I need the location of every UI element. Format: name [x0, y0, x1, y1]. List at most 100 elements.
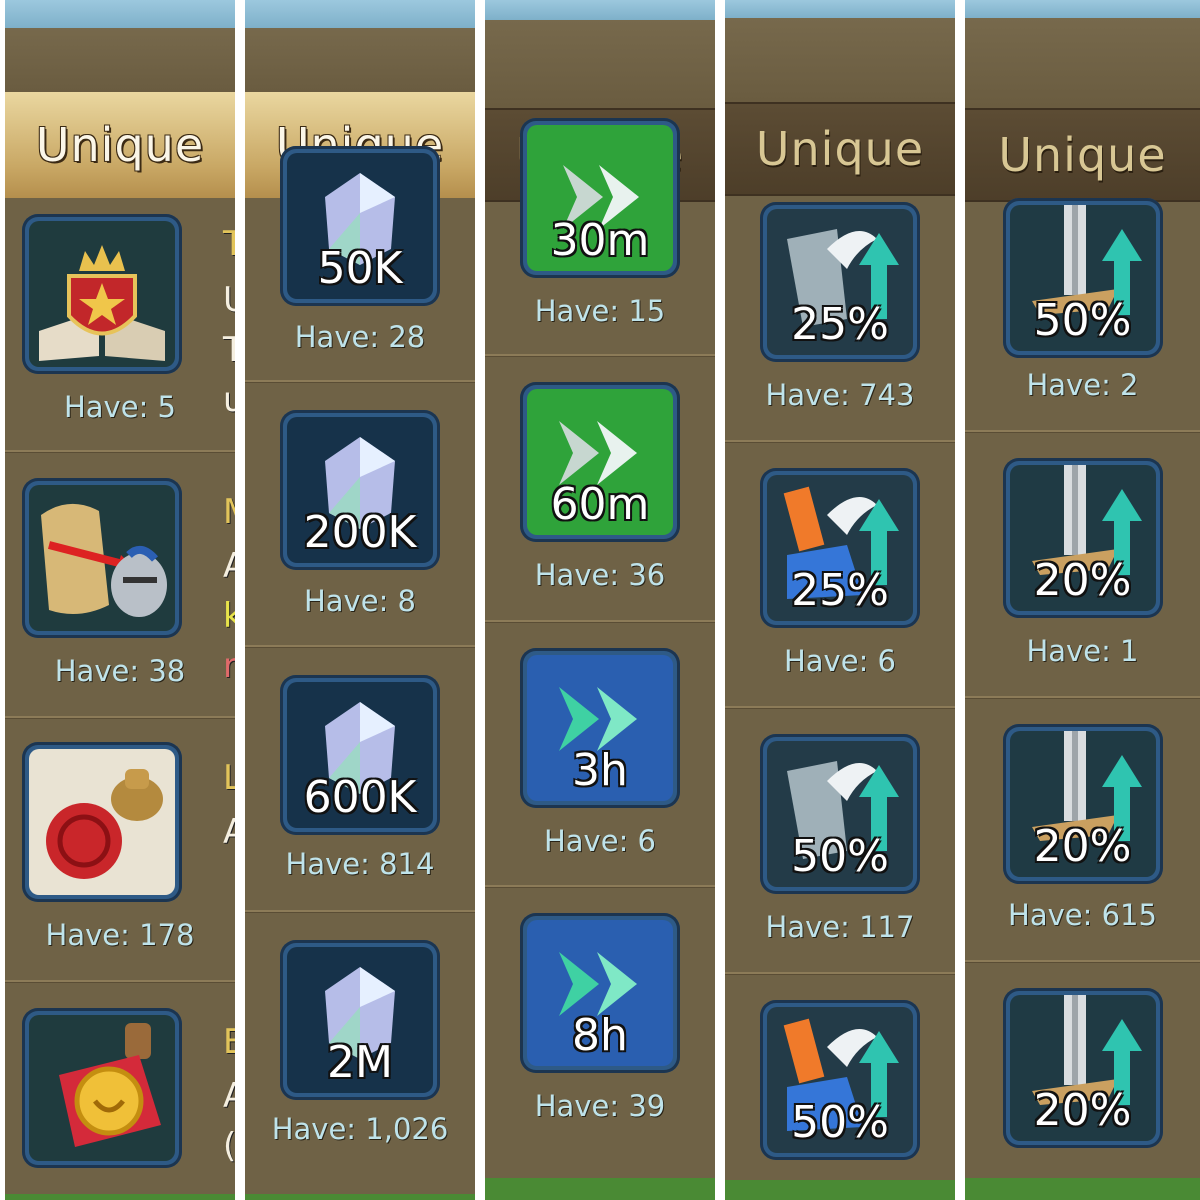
have-count: Have: 1,026 [271, 1112, 449, 1146]
list-item[interactable]: 600K Have: 814 [245, 647, 475, 910]
panel-4: Unique 25% Have: 743 25% Have: 6 50% Hav… [725, 0, 955, 1200]
item-desc-fragment: r [223, 646, 235, 686]
have-count: Have: 8 [303, 584, 417, 618]
ground-strip [5, 1194, 235, 1200]
crystal-icon[interactable]: 2M [280, 940, 440, 1100]
item-amount: 20% [1033, 555, 1132, 606]
item-title-fragment: E [223, 1022, 235, 1062]
item-amount: 50K [317, 243, 403, 294]
list-item[interactable]: 2M Have: 1,026 [245, 912, 475, 1200]
sky-strip [485, 0, 715, 20]
item-desc-fragment: A [223, 546, 235, 586]
winged-boot-boost-icon[interactable]: 25% [760, 202, 920, 362]
item-desc-fragment: U [223, 280, 235, 320]
panel-5: Unique 50% Have: 2 20% Have: 1 20% Have:… [965, 0, 1200, 1200]
list-item[interactable]: 20% Have: 615 [965, 698, 1200, 960]
speedup-arrows-icon[interactable]: 30m [520, 118, 680, 278]
item-amount: 8h [572, 1010, 628, 1061]
have-count: Have: 39 [534, 1089, 666, 1123]
ground-strip [725, 1180, 955, 1200]
crystal-icon[interactable]: 50K [280, 146, 440, 306]
list-item[interactable]: 50% Have: 2 [965, 198, 1200, 430]
book-crown-icon[interactable] [22, 214, 182, 374]
top-band [245, 28, 475, 92]
list-item[interactable]: 25% Have: 743 [725, 196, 955, 440]
item-desc-fragment: u [223, 380, 235, 420]
list-item[interactable]: 60m Have: 36 [485, 356, 715, 620]
item-amount: 50% [791, 1097, 889, 1148]
top-band [485, 20, 715, 108]
crystal-icon[interactable]: 600K [280, 675, 440, 835]
have-count: Have: 5 [63, 390, 177, 424]
item-title-fragment: T [223, 224, 235, 264]
golden-stamp-icon[interactable] [22, 1008, 182, 1168]
top-band [965, 18, 1200, 108]
winged-sneaker-boost-icon[interactable]: 50% [760, 1000, 920, 1160]
sword-boost-icon[interactable]: 20% [1002, 988, 1163, 1148]
have-count: Have: 15 [534, 294, 666, 328]
top-band [725, 18, 955, 102]
panel-2: Unique 50K Have: 28 200K Have: 8 600K Ha… [245, 0, 475, 1200]
ground-strip [245, 1194, 475, 1200]
item-desc-fragment: A [223, 1076, 235, 1116]
sky-strip [5, 0, 235, 28]
item-amount: 60m [550, 479, 650, 530]
list-item[interactable]: E A ( [5, 982, 235, 1200]
item-amount: 50% [1033, 295, 1132, 346]
item-title-fragment: M [223, 492, 235, 532]
list-item[interactable]: 30m Have: 15 [485, 118, 715, 354]
have-count: Have: 36 [534, 558, 666, 592]
item-title-fragment: L [223, 758, 235, 798]
list-item[interactable]: 200K Have: 8 [245, 382, 475, 645]
rarity-header: Unique [725, 102, 955, 196]
list-item[interactable]: 3h Have: 6 [485, 622, 715, 885]
sky-strip [965, 0, 1200, 18]
wax-seal-stamp-icon[interactable] [22, 742, 182, 902]
top-band [5, 28, 235, 92]
list-item[interactable]: Have: 178 L A [5, 718, 235, 980]
item-amount: 25% [791, 299, 889, 350]
speedup-arrows-icon[interactable]: 60m [520, 382, 680, 542]
list-item[interactable]: 25% Have: 6 [725, 442, 955, 706]
item-amount: 20% [1033, 821, 1132, 872]
have-count: Have: 6 [543, 824, 657, 858]
panel-1: Unique Have: 5 T U T u [5, 0, 235, 1200]
sword-boost-icon[interactable]: 50% [1002, 198, 1163, 358]
item-desc-fragment: ( [223, 1126, 235, 1166]
speedup-arrows-icon[interactable]: 3h [520, 648, 680, 808]
item-amount: 200K [303, 507, 417, 558]
rarity-header: Unique [5, 92, 235, 198]
list-item[interactable]: 50% [725, 974, 955, 1200]
have-count: Have: 615 [1008, 898, 1157, 932]
sky-strip [725, 0, 955, 18]
have-count: Have: 117 [765, 910, 915, 944]
item-desc-fragment: T [223, 330, 235, 370]
rarity-header: Unique [965, 108, 1200, 202]
ground-strip [485, 1178, 715, 1200]
crystal-icon[interactable]: 200K [280, 410, 440, 570]
have-count: Have: 1 [1026, 634, 1139, 668]
sky-strip [245, 0, 475, 28]
list-item[interactable]: 50K Have: 28 [245, 146, 475, 380]
have-count: Have: 178 [45, 918, 195, 952]
item-amount: 2M [327, 1037, 393, 1088]
speedup-arrows-icon[interactable]: 8h [520, 913, 680, 1073]
sword-boost-icon[interactable]: 20% [1002, 724, 1163, 884]
have-count: Have: 743 [765, 378, 915, 412]
panel-3: Unique 30m Have: 15 60m Have: 36 3h Have… [485, 0, 715, 1200]
item-amount: 25% [791, 565, 889, 616]
have-count: Have: 2 [1026, 368, 1139, 402]
scroll-knight-icon[interactable] [22, 478, 182, 638]
sword-boost-icon[interactable]: 20% [1002, 458, 1163, 618]
list-item[interactable]: 50% Have: 117 [725, 708, 955, 972]
list-item[interactable]: 20% [965, 962, 1200, 1200]
list-item[interactable]: Have: 5 T U T u [5, 198, 235, 450]
list-item[interactable]: 8h Have: 39 [485, 887, 715, 1200]
list-item[interactable]: Have: 38 M A k r [5, 452, 235, 716]
item-amount: 600K [303, 772, 417, 823]
item-amount: 20% [1033, 1085, 1132, 1136]
winged-boot-boost-icon[interactable]: 50% [760, 734, 920, 894]
ground-strip [965, 1178, 1200, 1200]
list-item[interactable]: 20% Have: 1 [965, 432, 1200, 696]
winged-sneaker-boost-icon[interactable]: 25% [760, 468, 920, 628]
